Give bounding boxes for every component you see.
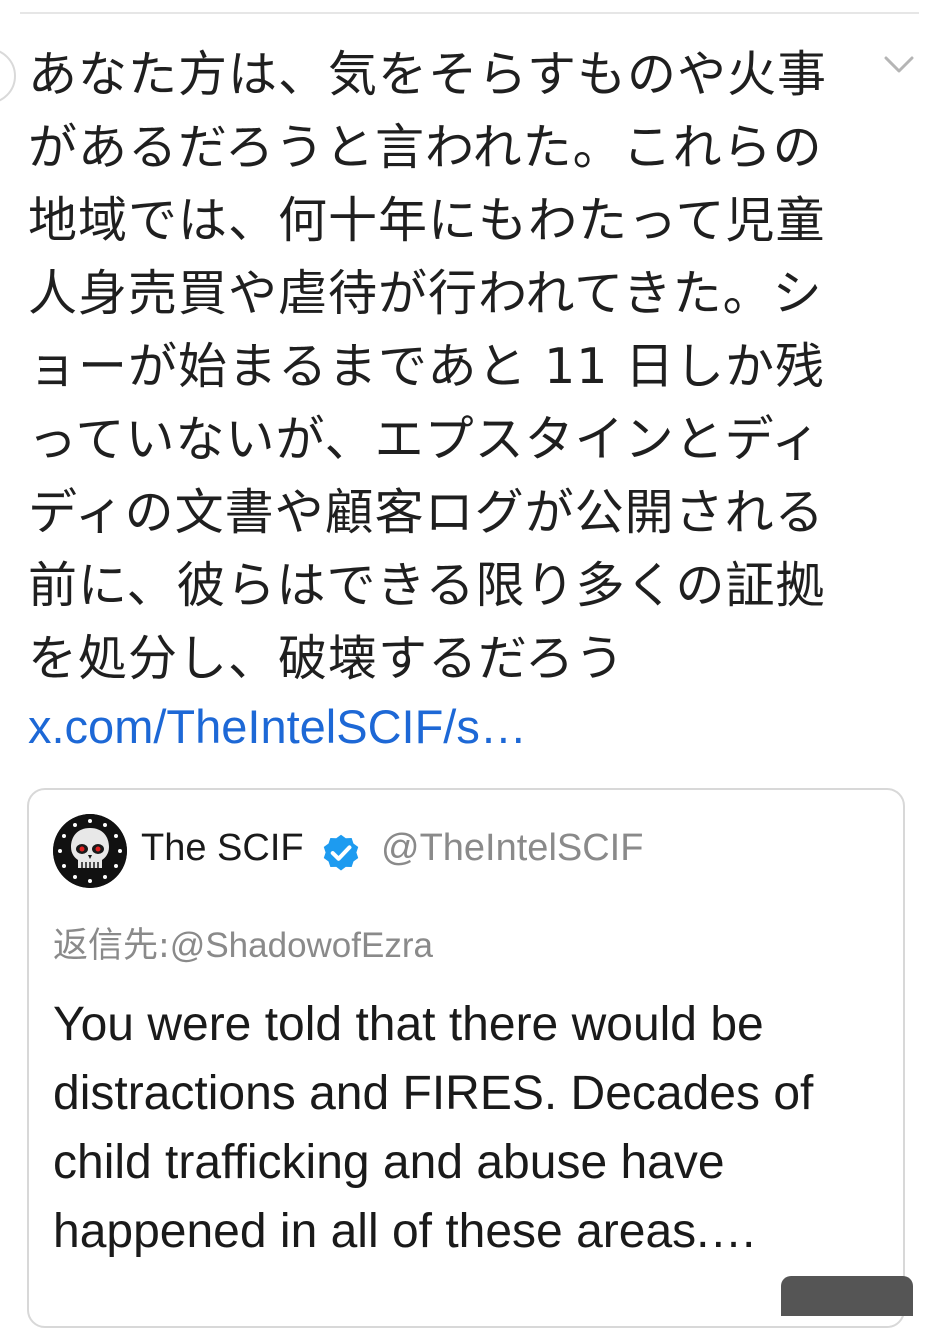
skull-avatar-icon bbox=[53, 814, 127, 888]
partial-bottom-button[interactable] bbox=[781, 1276, 913, 1316]
author-avatar[interactable] bbox=[0, 48, 16, 104]
tweet-link[interactable]: x.com/TheIntelSCIF/s… bbox=[28, 692, 527, 762]
chevron-down-icon[interactable] bbox=[883, 54, 915, 76]
quoted-author-avatar[interactable] bbox=[53, 814, 127, 888]
top-divider bbox=[20, 12, 919, 14]
reply-to-mention[interactable]: @ShadowofEzra bbox=[170, 926, 433, 965]
reply-to-label: 返信先: bbox=[53, 926, 170, 966]
verified-badge-icon bbox=[323, 834, 359, 871]
quoted-author-handle: @TheIntelSCIF bbox=[381, 827, 644, 869]
tweet-text: あなた方は、気をそらすものや火事 があるだろうと言われた。これらの 地域では、何… bbox=[28, 46, 828, 687]
quoted-tweet-text: You were told that there would be distra… bbox=[53, 998, 814, 1258]
reply-to-line: 返信先:@ShadowofEzra bbox=[53, 918, 433, 974]
quoted-tweet-card[interactable]: The SCIF @TheIntelSCIF 返信先:@ShadowofEzra… bbox=[27, 788, 905, 1328]
quoted-author-name[interactable]: The SCIF bbox=[141, 824, 304, 872]
